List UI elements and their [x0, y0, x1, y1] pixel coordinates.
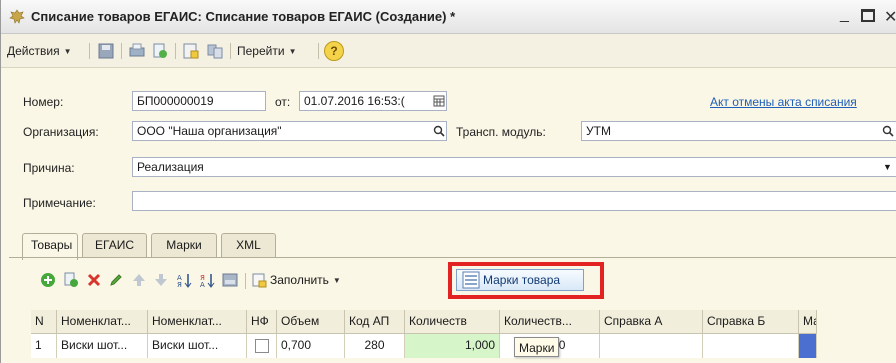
goods-table: N Номенклат... Номенклат... НФ Объем Код…	[31, 310, 896, 363]
main-toolbar: Действия ▼ Перейти ▼ ?	[1, 34, 896, 68]
column-header[interactable]: Справка А	[600, 310, 703, 334]
svg-text:A: A	[200, 281, 205, 288]
tab-egais[interactable]: ЕГАИС	[82, 233, 147, 258]
calendar-icon[interactable]	[431, 92, 446, 110]
sort-ascending-icon[interactable]: AЯ	[176, 272, 192, 288]
number-field[interactable]: БП000000019	[132, 91, 266, 111]
table-settings-icon[interactable]	[222, 272, 238, 288]
fill-button[interactable]: Заполнить ▼	[251, 272, 341, 288]
tab-xml[interactable]: XML	[221, 233, 276, 258]
nomenclature-cell[interactable]: Виски шот...	[148, 334, 247, 358]
transport-module-field[interactable]: УТМ	[581, 121, 896, 141]
dropdown-arrow-icon: ▼	[332, 275, 341, 285]
document-window: Списание товаров ЕГАИС: Списание товаров…	[0, 0, 896, 363]
copy-row-icon[interactable]	[63, 272, 79, 288]
nf-cell[interactable]	[247, 334, 277, 358]
fill-icon	[252, 273, 267, 288]
tab-marks[interactable]: Марки	[151, 233, 217, 258]
column-header[interactable]: Номенклат...	[148, 310, 247, 334]
toolbar-separator	[230, 43, 231, 59]
close-button[interactable]: ✕	[884, 7, 896, 27]
delete-icon[interactable]	[86, 272, 102, 288]
nomenclature-cell[interactable]: Виски шот...	[57, 334, 148, 358]
svg-text:Я: Я	[177, 281, 182, 288]
reason-field[interactable]: Реализация ▼	[132, 157, 896, 177]
marks-cell[interactable]	[799, 334, 817, 358]
column-header[interactable]: НФ	[247, 310, 277, 334]
dropdown-arrow-icon: ▼	[288, 46, 297, 56]
nf-checkbox[interactable]	[254, 339, 269, 353]
organization-label: Организация:	[23, 125, 99, 139]
toolbar-separator	[175, 43, 176, 59]
number-value: БП000000019	[137, 94, 214, 108]
save-close-icon[interactable]	[97, 42, 115, 60]
volume-cell[interactable]: 0,700	[277, 334, 345, 358]
toolbar-separator	[318, 43, 319, 59]
edit-icon[interactable]	[108, 272, 124, 288]
note-label: Примечание:	[23, 196, 96, 210]
minimize-button[interactable]: _	[840, 6, 849, 24]
goto-label: Перейти	[237, 44, 285, 58]
organization-value: ООО "Наша организация"	[137, 124, 282, 138]
structure-icon[interactable]	[206, 42, 224, 60]
search-icon[interactable]	[431, 122, 446, 140]
row-number-cell[interactable]: 1	[31, 334, 57, 358]
date-label: от:	[275, 95, 291, 109]
column-header[interactable]: Марк	[799, 310, 817, 334]
table-header: N Номенклат... Номенклат... НФ Объем Код…	[31, 310, 817, 334]
table-row[interactable]: 1 Виски шот... Виски шот... 0,700 280 1,…	[31, 334, 817, 358]
toolbar-separator	[245, 273, 246, 289]
move-down-icon[interactable]	[153, 272, 169, 288]
actions-menu-button[interactable]: Действия ▼	[7, 41, 72, 61]
title-bar: Списание товаров ЕГАИС: Списание товаров…	[1, 0, 896, 34]
cancel-act-link[interactable]: Акт отмены акта списания	[710, 95, 857, 109]
dropdown-arrow-icon[interactable]: ▼	[880, 158, 895, 176]
post-document-icon[interactable]	[182, 42, 200, 60]
maximize-button[interactable]	[861, 9, 875, 22]
certificate-b-cell[interactable]	[703, 334, 799, 358]
move-up-icon[interactable]	[131, 272, 147, 288]
date-field[interactable]: 01.07.2016 16:53:(	[299, 91, 447, 111]
print-icon[interactable]	[128, 42, 146, 60]
transport-module-label: Трансп. модуль:	[456, 125, 546, 139]
marks-tooltip: Марки	[514, 337, 560, 357]
alcohol-code-cell[interactable]: 280	[345, 334, 405, 358]
window-title: Списание товаров ЕГАИС: Списание товаров…	[31, 9, 456, 24]
column-header[interactable]: Номенклат...	[57, 310, 148, 334]
transport-module-value: УТМ	[586, 124, 611, 138]
reason-value: Реализация	[137, 160, 204, 174]
reason-label: Причина:	[23, 161, 75, 175]
column-header[interactable]: Количеств	[405, 310, 500, 334]
goto-menu-button[interactable]: Перейти ▼	[237, 41, 296, 61]
search-icon[interactable]	[880, 122, 895, 140]
sort-descending-icon[interactable]: ЯA	[199, 272, 215, 288]
note-field[interactable]	[132, 191, 896, 211]
toolbar-separator	[121, 43, 122, 59]
actions-label: Действия	[7, 44, 60, 58]
column-header[interactable]: Код АП	[345, 310, 405, 334]
highlight-frame	[448, 262, 604, 299]
add-icon[interactable]	[40, 272, 56, 288]
toolbar-separator	[89, 43, 90, 59]
column-header[interactable]: Объем	[277, 310, 345, 334]
number-label: Номер:	[23, 95, 64, 109]
egais-emblem-icon	[9, 9, 25, 24]
fill-label: Заполнить	[270, 273, 329, 287]
organization-field[interactable]: ООО "Наша организация"	[132, 121, 447, 141]
help-button[interactable]: ?	[324, 41, 344, 61]
certificate-a-cell[interactable]	[600, 334, 703, 358]
column-header[interactable]: N	[31, 310, 57, 334]
quantity-cell[interactable]: 1,000	[405, 334, 500, 358]
dropdown-arrow-icon: ▼	[63, 46, 72, 56]
column-header[interactable]: Справка Б	[703, 310, 799, 334]
date-value: 01.07.2016 16:53:(	[304, 94, 405, 108]
tab-goods[interactable]: Товары	[22, 233, 78, 260]
copy-document-icon[interactable]	[151, 42, 169, 60]
column-header[interactable]: Количеств...	[500, 310, 600, 334]
